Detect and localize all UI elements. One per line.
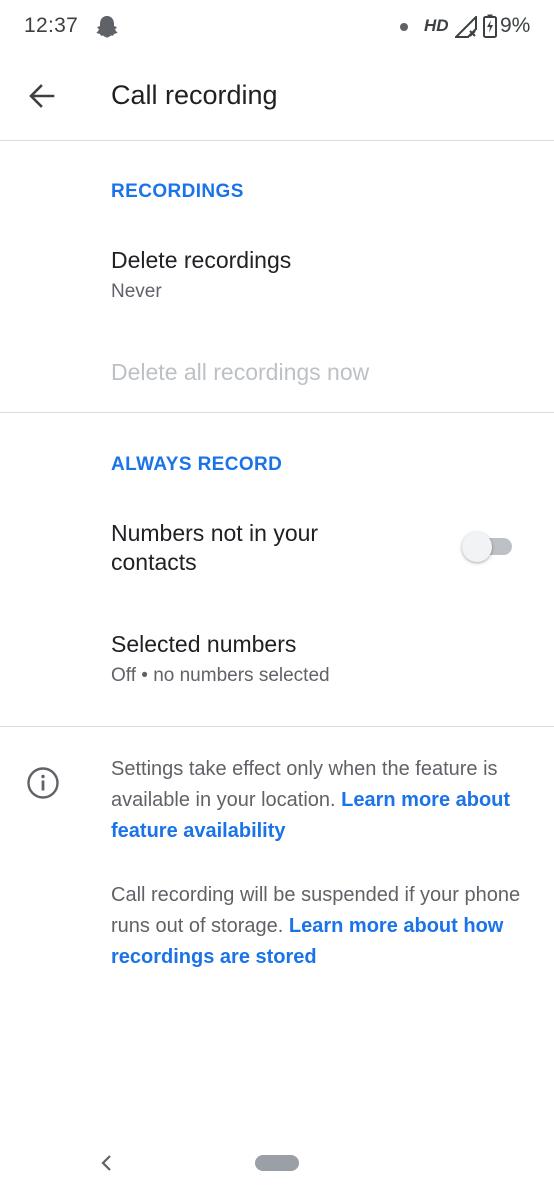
nav-back-button[interactable] — [96, 1152, 118, 1174]
notification-dot-icon — [400, 23, 408, 31]
arrow-left-icon — [28, 82, 56, 115]
section-header-always-record: ALWAYS RECORD — [111, 454, 283, 475]
delete-recordings-item[interactable]: Delete recordings Never — [0, 230, 554, 328]
battery-level: 9% — [500, 14, 531, 37]
hd-network-label: HD — [424, 16, 449, 35]
battery-charging-icon — [483, 14, 497, 38]
app-bar: Call recording — [0, 56, 554, 141]
status-bar: 12:37 HD 9% — [0, 0, 554, 56]
snapchat-ghost-icon — [96, 15, 118, 39]
numbers-not-in-contacts-toggle[interactable] — [462, 532, 514, 562]
section-divider — [0, 412, 554, 413]
info-paragraph-availability: Settings take effect only when the featu… — [111, 754, 536, 847]
info-icon — [26, 766, 60, 800]
selected-numbers-summary: Off • no numbers selected — [111, 665, 330, 686]
status-time: 12:37 — [24, 14, 79, 37]
page-title: Call recording — [111, 80, 278, 110]
section-divider — [0, 726, 554, 727]
selected-numbers-title: Selected numbers — [111, 631, 297, 657]
delete-all-recordings-label: Delete all recordings now — [111, 359, 370, 385]
delete-all-recordings-item: Delete all recordings now — [0, 340, 554, 408]
back-button[interactable] — [20, 76, 64, 120]
selected-numbers-item[interactable]: Selected numbers Off • no numbers select… — [0, 612, 554, 712]
toggle-thumb — [462, 532, 492, 562]
chevron-left-icon — [101, 1155, 111, 1171]
signal-no-data-icon — [453, 14, 477, 38]
info-paragraph-storage: Call recording will be suspended if your… — [111, 880, 536, 973]
delete-recordings-title: Delete recordings — [111, 247, 292, 273]
nav-home-button[interactable] — [255, 1155, 299, 1171]
section-header-recordings: RECORDINGS — [111, 181, 244, 202]
numbers-not-in-contacts-title: Numbers not in your contacts — [111, 520, 319, 575]
delete-recordings-value: Never — [111, 281, 162, 302]
